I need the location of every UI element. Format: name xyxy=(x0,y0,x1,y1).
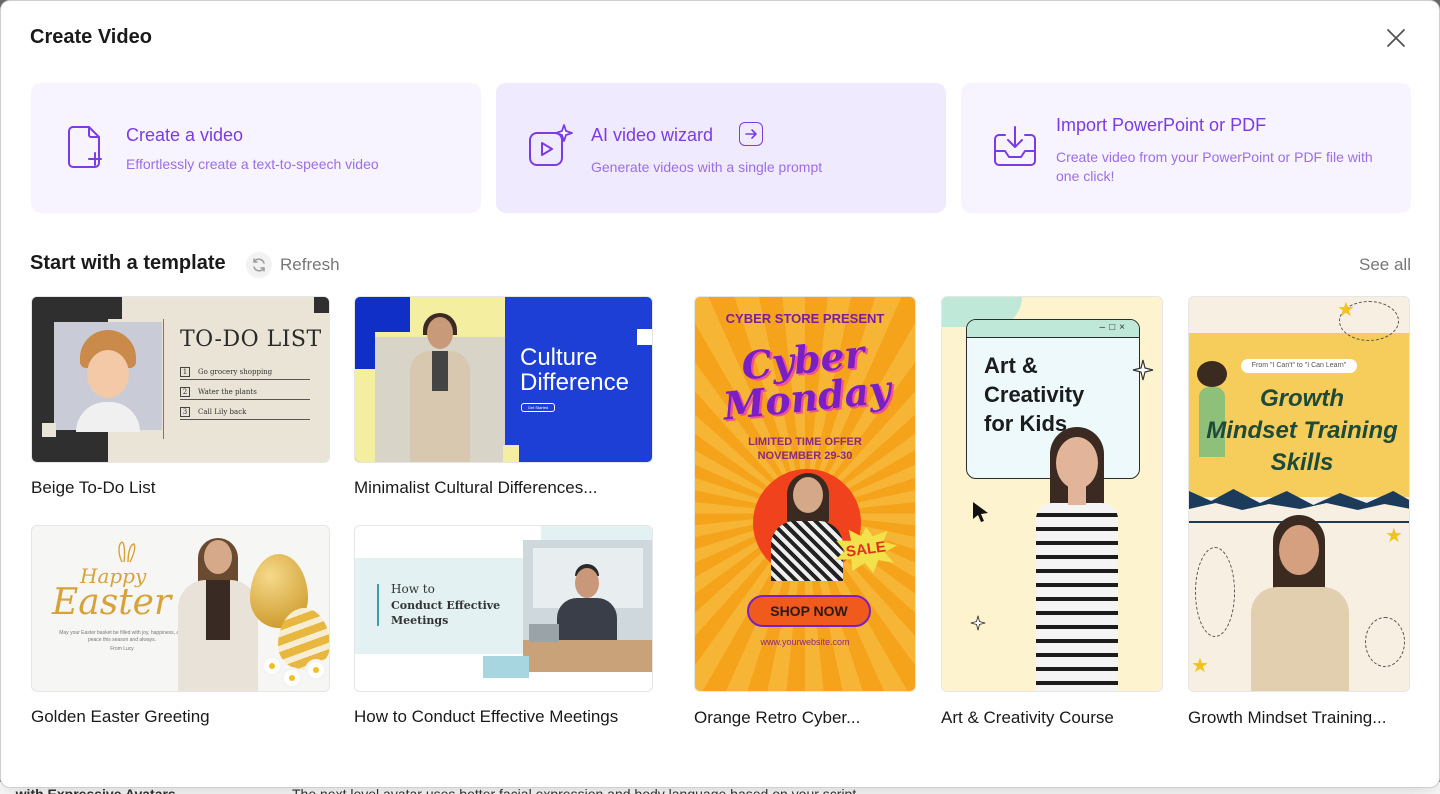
see-all-link[interactable]: See all xyxy=(1359,255,1411,275)
thumb-title: TO-DO LIST xyxy=(180,327,322,352)
template-caption: Beige To-Do List xyxy=(31,478,156,497)
thumb-todo-row: 3 Call Lily back xyxy=(180,407,310,420)
file-plus-icon xyxy=(68,126,102,168)
avatar-image xyxy=(1020,427,1136,691)
import-tray-icon xyxy=(994,126,1036,166)
import-ppt-pdf-card[interactable]: Import PowerPoint or PDF Create video fr… xyxy=(961,83,1411,213)
thumb-title: Culture Difference xyxy=(520,344,629,396)
arrow-right-box-icon xyxy=(739,122,763,146)
thumb-title-line2: Conduct Effective Meetings xyxy=(391,599,501,627)
thumb-message: May your Easter basket be filled with jo… xyxy=(59,630,185,643)
template-caption: Orange Retro Cyber... xyxy=(694,708,861,727)
avatar-image xyxy=(523,540,652,672)
star-icon: ★ xyxy=(1191,655,1209,677)
ai-video-icon xyxy=(529,124,573,166)
template-caption: How to Conduct Effective Meetings xyxy=(354,707,619,726)
thumb-title: Growth Mindset Training Skills xyxy=(1206,385,1398,476)
create-video-description: Effortlessly create a text-to-speech vid… xyxy=(126,156,379,172)
template-thumbnail: –□× Art & Creativity for Kids xyxy=(941,296,1163,692)
sparkle-icon xyxy=(1132,359,1154,381)
close-button[interactable] xyxy=(1383,25,1409,51)
import-ppt-pdf-title: Import PowerPoint or PDF xyxy=(1056,115,1267,135)
sparkle-icon xyxy=(970,615,986,631)
thumb-todo-row: 1 Go grocery shopping xyxy=(180,367,310,380)
ai-video-wizard-description: Generate videos with a single prompt xyxy=(591,159,823,175)
thumb-title-line1: How to xyxy=(391,582,435,596)
template-caption: Golden Easter Greeting xyxy=(31,707,210,726)
ai-video-wizard-title: AI video wizard xyxy=(591,125,714,145)
template-thumbnail: Happy Easter May your Easter basket be f… xyxy=(31,525,330,692)
create-video-modal: Create Video Create a video Effortlessly… xyxy=(0,0,1440,788)
section-title: Start with a template xyxy=(30,252,226,274)
create-video-card[interactable]: Create a video Effortlessly create a tex… xyxy=(31,83,481,213)
thumb-button: Get Started xyxy=(521,403,555,412)
template-caption: Art & Creativity Course xyxy=(941,708,1114,727)
refresh-label: Refresh xyxy=(280,255,340,274)
avatar-image xyxy=(54,322,162,432)
thumb-title: Art & Creativity for Kids xyxy=(984,353,1085,436)
avatar-image xyxy=(405,313,475,462)
refresh-button[interactable]: Refresh xyxy=(246,251,340,279)
thumb-store: CYBER STORE PRESENT xyxy=(725,311,885,326)
modal-title: Create Video xyxy=(30,26,152,48)
thumb-offer: LIMITED TIME OFFER NOVEMBER 29-30 xyxy=(748,436,862,462)
cursor-icon xyxy=(973,502,988,522)
thumb-website: www.yourwebsite.com xyxy=(760,637,850,647)
bunny-ears-icon xyxy=(118,541,136,563)
template-thumbnail: How to Conduct Effective Meetings xyxy=(354,525,653,692)
template-thumbnail: Culture Difference Get Started xyxy=(354,296,653,463)
avatar-image xyxy=(174,538,264,691)
template-thumbnail: TO-DO LIST 1 Go grocery shopping 2 Water t… xyxy=(31,296,330,463)
thumb-title-line2: Easter xyxy=(52,582,172,623)
thumb-todo-row: 2 Water the plants xyxy=(180,387,310,400)
thumb-pill: From "I Can't" to "I Can Learn" xyxy=(1241,359,1357,373)
template-caption: Minimalist Cultural Differences... xyxy=(354,478,598,497)
template-thumbnail: CYBER STORE PRESENT Cyber Monday LIMITED … xyxy=(694,296,916,692)
create-video-title: Create a video xyxy=(126,125,244,145)
star-icon: ★ xyxy=(1385,525,1403,547)
star-icon: ★ xyxy=(1337,299,1355,321)
template-caption: Growth Mindset Training... xyxy=(1188,708,1387,727)
thumb-from: From Lucy xyxy=(110,646,134,652)
close-icon xyxy=(1387,29,1405,47)
ai-video-wizard-card[interactable]: AI video wizard Generate videos with a s… xyxy=(496,83,946,213)
avatar-image xyxy=(763,465,851,581)
template-thumbnail: From "I Can't" to "I Can Learn" Growth Mi… xyxy=(1188,296,1410,692)
thumb-title: Cyber Monday xyxy=(720,330,893,429)
thumb-cta: SHOP NOW xyxy=(747,595,871,627)
import-ppt-pdf-description: Create video from your PowerPoint or PDF… xyxy=(1056,149,1373,184)
refresh-icon xyxy=(246,252,272,278)
avatar-image xyxy=(1243,515,1357,691)
